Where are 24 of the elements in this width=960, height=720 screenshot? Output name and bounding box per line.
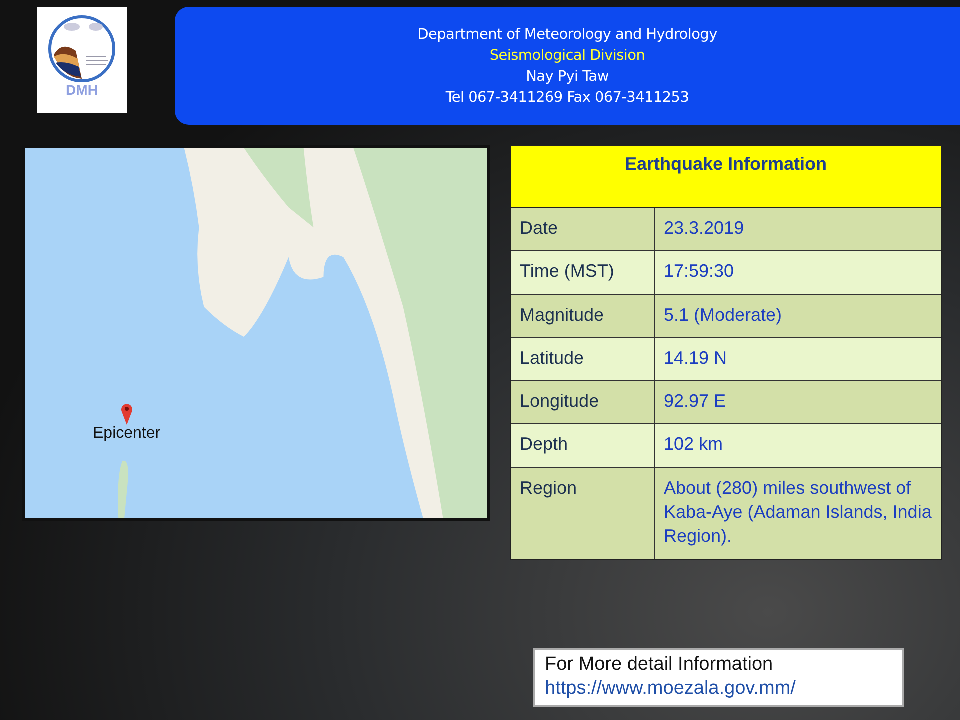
- table-cell: Magnitude: [511, 294, 655, 337]
- table-cell-text: 92.97 E: [663, 390, 728, 414]
- map-pin-icon: [120, 403, 133, 425]
- table-cell-text: 17:59:30: [663, 260, 736, 284]
- table-cell: Date: [511, 208, 655, 250]
- table-cell: Time (MST): [511, 251, 655, 294]
- website-link[interactable]: https://www.moezala.gov.mm/: [545, 676, 892, 700]
- table-cell-text: About (280) miles southwest of Kaba-Aye (Adaman Islands, India Region).: [663, 476, 933, 548]
- table-cell: Region: [511, 468, 655, 559]
- epicenter-label: Epicenter: [93, 425, 161, 443]
- header-line: Department of Meteorology and Hydrology: [418, 26, 718, 42]
- table-cell-text: 14.19 N: [663, 346, 728, 370]
- table-cell: Latitude: [511, 338, 655, 380]
- logo-text: DMH: [66, 83, 98, 97]
- table-cell-text: 102 km: [663, 433, 724, 456]
- footer-text: For More detail Information: [545, 653, 774, 677]
- table-cell-text: 5.1 (Moderate): [663, 304, 784, 327]
- header-line: Seismological Division: [490, 48, 646, 64]
- header-line: Tel 067-3411269 Fax 067-3411253: [446, 90, 690, 106]
- table-cell: Longitude: [511, 381, 655, 424]
- header-line: Nay Pyi Taw: [526, 68, 609, 84]
- table-cell-text: 23.3.2019: [663, 217, 746, 240]
- table-cell: Depth: [511, 424, 655, 467]
- table-title: Earthquake Information: [511, 146, 941, 208]
